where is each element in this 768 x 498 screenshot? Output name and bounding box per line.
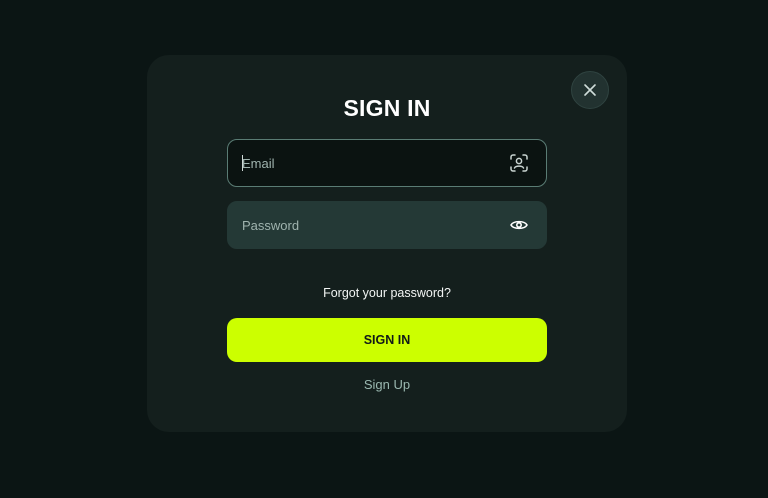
password-input[interactable]	[228, 202, 508, 248]
sign-in-modal: SIGN IN Forgot your password? SIGN IN Si…	[147, 55, 627, 432]
email-field[interactable]	[227, 139, 547, 187]
forgot-password-link[interactable]: Forgot your password?	[147, 286, 627, 300]
text-caret	[242, 155, 243, 171]
sign-up-link[interactable]: Sign Up	[147, 377, 627, 392]
face-scan-icon[interactable]	[508, 152, 530, 174]
modal-title: SIGN IN	[343, 95, 431, 121]
eye-icon[interactable]	[508, 214, 530, 236]
email-input[interactable]	[228, 140, 508, 186]
sign-in-button[interactable]: SIGN IN	[227, 318, 547, 362]
password-field[interactable]	[227, 201, 547, 249]
